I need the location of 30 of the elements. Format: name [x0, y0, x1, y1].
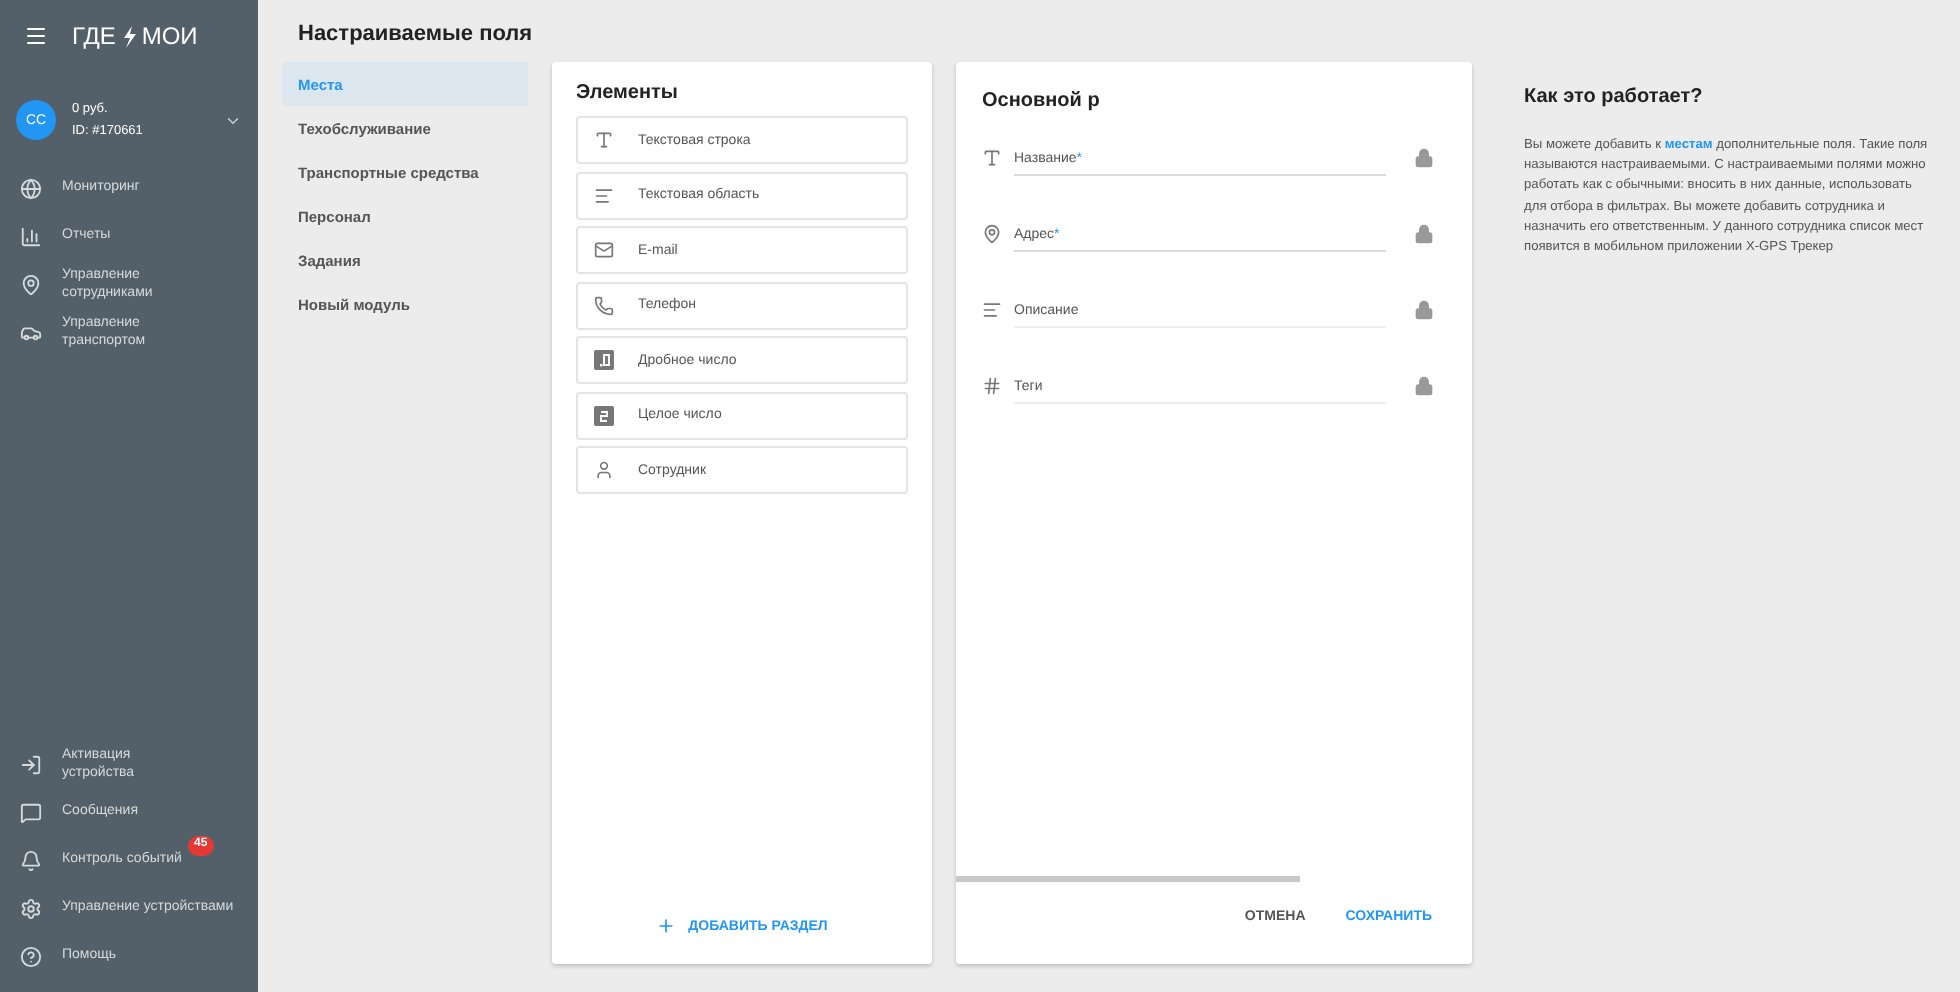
pin-icon	[982, 224, 1002, 244]
text-icon	[982, 148, 1002, 168]
logo: ГДЕ МОИ	[72, 22, 198, 50]
menu-icon[interactable]	[24, 24, 48, 48]
bell-icon	[20, 849, 42, 871]
chart-icon	[20, 225, 42, 247]
hash-icon	[982, 376, 1002, 396]
login-icon	[20, 753, 42, 775]
card-title: Основной р	[982, 90, 1102, 112]
decimal-number-icon	[594, 350, 614, 370]
integer-number-icon	[594, 405, 614, 425]
card-title: Элементы	[576, 82, 680, 104]
lock-icon	[1414, 376, 1434, 396]
lock-icon	[1414, 300, 1434, 320]
lines-icon	[982, 300, 1002, 320]
phone-icon	[594, 295, 614, 315]
mail-icon	[594, 240, 614, 260]
person-icon	[594, 460, 614, 480]
help-title: Как это работает?	[1524, 86, 1705, 108]
globe-icon	[20, 177, 42, 199]
pin-icon	[20, 273, 42, 295]
help-icon	[20, 945, 42, 967]
settings-icon	[20, 897, 42, 919]
page-title: Настраиваемые поля	[296, 20, 535, 50]
message-icon	[20, 801, 42, 823]
text-icon	[594, 130, 614, 150]
lock-icon	[1414, 148, 1434, 168]
lock-icon	[1414, 224, 1434, 244]
lines-icon	[594, 185, 614, 205]
plus-icon	[656, 916, 677, 936]
